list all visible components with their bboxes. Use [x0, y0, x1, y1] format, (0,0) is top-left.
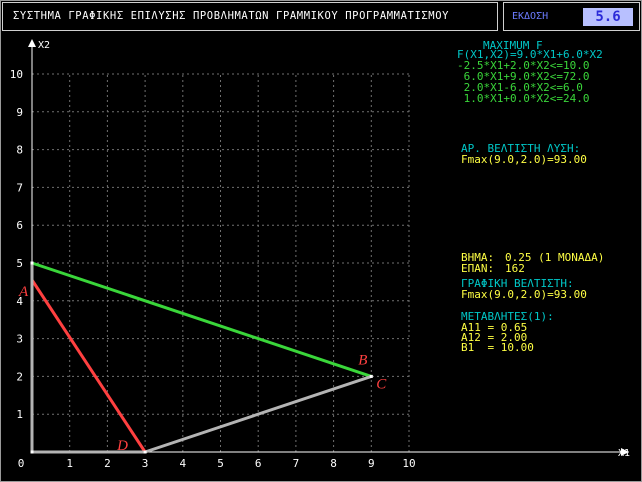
iteration-label: ΕΠΑΝ:	[461, 262, 495, 275]
graph-solution-value: Fmax(9.0,2.0)=93.00	[461, 288, 587, 301]
x-tick-label: 3	[142, 457, 149, 470]
point-label-d: D	[116, 438, 128, 454]
x-tick-label: 9	[368, 457, 375, 470]
x-tick-label: 2	[104, 457, 111, 470]
y-tick-label: 3	[16, 333, 23, 346]
x-tick-label: 5	[217, 457, 224, 470]
app-window: ΣΥΣΤΗΜΑ ΓΡΑΦΙΚΗΣ ΕΠΙΛΥΣΗΣ ΠΡΟΒΛΗΜΑΤΩΝ ΓΡ…	[0, 0, 642, 482]
constraint-line-red	[30, 279, 147, 453]
y-axis-arrow	[28, 39, 36, 47]
y-tick-label: 10	[10, 68, 23, 81]
constraint-4: 1.0*X1+0.0*X2<=24.0	[457, 92, 590, 105]
y-tick-label: 9	[16, 106, 23, 119]
y-tick-label: 5	[16, 257, 23, 270]
vertex-marker	[30, 261, 34, 265]
point-label-a: A	[18, 284, 29, 300]
solution-value: Fmax(9.0,2.0)=93.00	[461, 153, 587, 166]
x-tick-label: 10	[402, 457, 415, 470]
iteration-value: 162	[505, 262, 525, 275]
x-axis-label: X1	[618, 448, 630, 459]
y-tick-label: 2	[16, 370, 23, 383]
point-label-c: C	[376, 376, 387, 392]
x-tick-label: 4	[179, 457, 186, 470]
vertex-marker	[30, 450, 34, 454]
point-label-b: B	[358, 352, 367, 368]
x-tick-label: 1	[66, 457, 73, 470]
vertex-marker	[143, 450, 147, 454]
y-tick-label: 8	[16, 144, 23, 157]
x-tick-label: 8	[330, 457, 337, 470]
y-tick-label: 6	[16, 219, 23, 232]
y-tick-label: 1	[16, 408, 23, 421]
y-tick-label: 7	[16, 181, 23, 194]
origin-label: 0	[18, 457, 25, 470]
coefficient-b1: B1 = 10.00	[461, 341, 534, 354]
x-tick-label: 6	[255, 457, 262, 470]
vertex-marker	[369, 374, 373, 378]
x-tick-label: 7	[293, 457, 300, 470]
y-axis-label: X2	[38, 40, 50, 51]
